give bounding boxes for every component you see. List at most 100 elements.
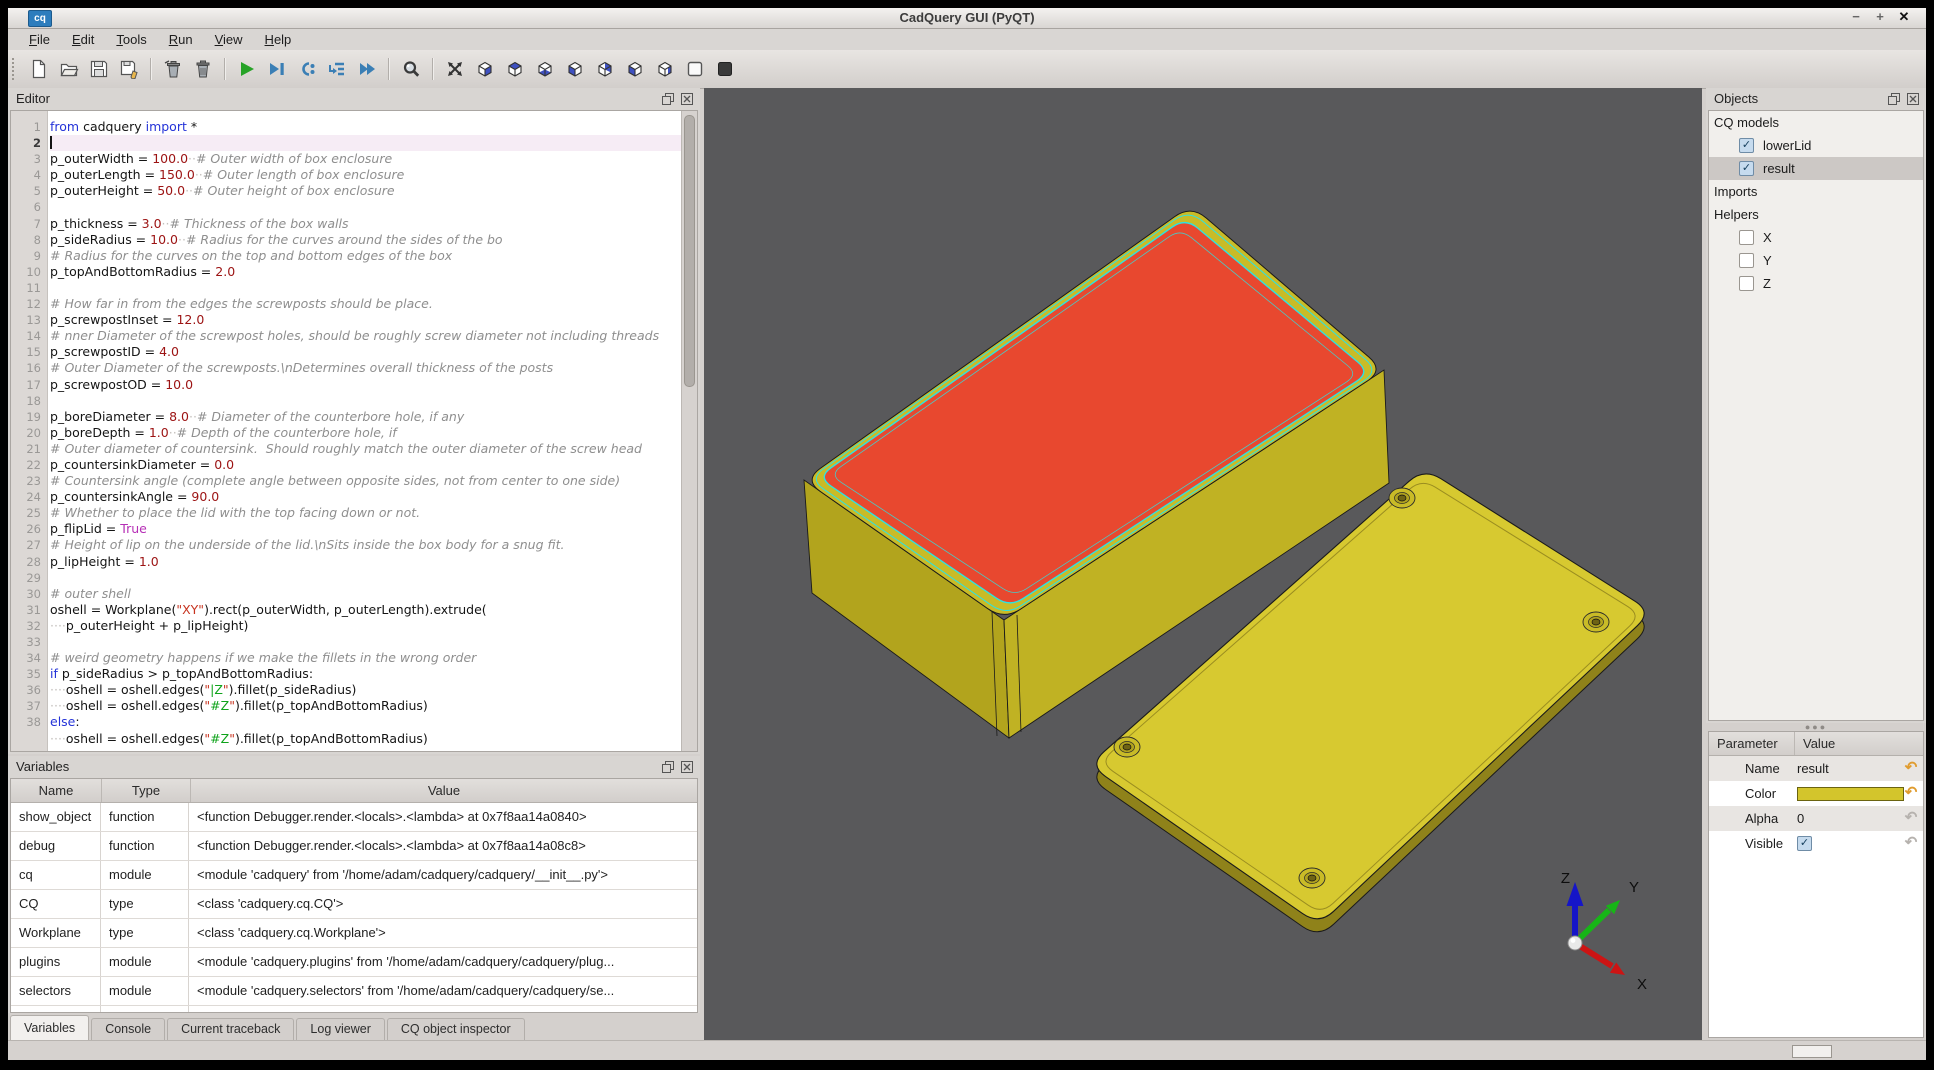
menu-edit[interactable]: Edit xyxy=(61,32,105,47)
float-panel-icon[interactable] xyxy=(661,760,675,774)
parameter-row-alpha[interactable]: Alpha0↶ xyxy=(1709,806,1923,831)
column-header-value[interactable]: Value xyxy=(191,779,697,802)
code-line-11[interactable]: 11 xyxy=(11,280,681,296)
delete-button[interactable] xyxy=(190,56,216,82)
variable-row[interactable]: cqmodule<module 'cadquery' from '/home/a… xyxy=(11,861,697,890)
float-panel-icon[interactable] xyxy=(661,92,675,106)
view-top-button[interactable] xyxy=(502,56,528,82)
parameter-row-name[interactable]: Nameresult↶ xyxy=(1709,756,1923,781)
toolbar-handle[interactable] xyxy=(12,58,20,80)
viewport-3d[interactable]: ZYX xyxy=(704,88,1702,1040)
code-line-10[interactable]: 10p_topAndBottomRadius = 2.0 xyxy=(11,264,681,280)
code-line-3[interactable]: 3p_outerWidth = 100.0··# Outer width of … xyxy=(11,151,681,167)
undo-icon[interactable]: ↶ xyxy=(1902,784,1920,802)
view-left-button[interactable] xyxy=(622,56,648,82)
view-back-button[interactable] xyxy=(592,56,618,82)
view-bottom-button[interactable] xyxy=(532,56,558,82)
tree-item-lowerlid[interactable]: ✓lowerLid xyxy=(1709,134,1923,157)
save-as-button[interactable] xyxy=(116,56,142,82)
checked-checkbox[interactable]: ✓ xyxy=(1797,836,1812,851)
fit-view-button[interactable] xyxy=(442,56,468,82)
panel-splitter[interactable]: ●●● xyxy=(1706,723,1926,731)
step-button[interactable] xyxy=(294,56,320,82)
parameter-row-color[interactable]: Color↶ xyxy=(1709,781,1923,806)
code-line-16[interactable]: 16# Outer Diameter of the screwposts.\nD… xyxy=(11,360,681,376)
column-header-name[interactable]: Name xyxy=(11,779,102,802)
variable-row[interactable]: pluginsmodule<module 'cadquery.plugins' … xyxy=(11,948,697,977)
column-header-type[interactable]: Type xyxy=(102,779,191,802)
menu-run[interactable]: Run xyxy=(158,32,204,47)
tree-group-helpers[interactable]: Helpers xyxy=(1709,203,1923,226)
code-line-38[interactable]: 38else: xyxy=(11,714,681,730)
code-line-7[interactable]: 7p_thickness = 3.0··# Thickness of the b… xyxy=(11,216,681,232)
code-line-27[interactable]: 27# Height of lip on the underside of th… xyxy=(11,537,681,553)
tree-item-result[interactable]: ✓result xyxy=(1709,157,1923,180)
code-line-22[interactable]: 22p_countersinkDiameter = 0.0 xyxy=(11,457,681,473)
step-into-button[interactable] xyxy=(324,56,350,82)
code-line-9[interactable]: 9# Radius for the curves on the top and … xyxy=(11,248,681,264)
wireframe-button[interactable] xyxy=(682,56,708,82)
code-line-24[interactable]: 24p_countersinkAngle = 90.0 xyxy=(11,489,681,505)
code-line-1[interactable]: 1from cadquery import * xyxy=(11,119,681,135)
editor-scrollbar-thumb[interactable] xyxy=(684,115,695,387)
code-line-13[interactable]: 13p_screwpostInset = 12.0 xyxy=(11,312,681,328)
code-line-31[interactable]: 31oshell = Workplane("XY").rect(p_outerW… xyxy=(11,602,681,618)
shaded-button[interactable] xyxy=(712,56,738,82)
variable-row[interactable]: selectorsmodule<module 'cadquery.selecto… xyxy=(11,977,697,1006)
code-line-18[interactable]: 18 xyxy=(11,393,681,409)
code-line-25[interactable]: 25# Whether to place the lid with the to… xyxy=(11,505,681,521)
checked-checkbox[interactable]: ✓ xyxy=(1739,138,1754,153)
code-line-6[interactable]: 6 xyxy=(11,199,681,215)
tab-current-traceback[interactable]: Current traceback xyxy=(167,1018,294,1040)
code-line-28[interactable]: 28p_lipHeight = 1.0 xyxy=(11,554,681,570)
variable-row[interactable]: debugfunction<function Debugger.render.<… xyxy=(11,832,697,861)
tree-group-cq-models[interactable]: CQ models xyxy=(1709,111,1923,134)
tree-item-y[interactable]: Y xyxy=(1709,249,1923,272)
code-line-12[interactable]: 12# How far in from the edges the screwp… xyxy=(11,296,681,312)
unchecked-checkbox[interactable] xyxy=(1739,253,1754,268)
undo-icon[interactable]: ↶ xyxy=(1902,759,1920,777)
code-line-35[interactable]: 35if p_sideRadius > p_topAndBottomRadius… xyxy=(11,666,681,682)
close-button[interactable]: ✕ xyxy=(1896,9,1912,25)
menu-tools[interactable]: Tools xyxy=(105,32,157,47)
code-line-4[interactable]: 4p_outerLength = 150.0··# Outer length o… xyxy=(11,167,681,183)
tree-item-z[interactable]: Z xyxy=(1709,272,1923,295)
view-right-button[interactable] xyxy=(652,56,678,82)
code-line-15[interactable]: 15p_screwpostID = 4.0 xyxy=(11,344,681,360)
unchecked-checkbox[interactable] xyxy=(1739,276,1754,291)
code-line-37[interactable]: 37····oshell = oshell.edges("#Z").fillet… xyxy=(11,698,681,714)
variable-row[interactable]: Planetype<class 'cadquery.occ_impl.geom.… xyxy=(11,1006,697,1013)
close-panel-icon[interactable] xyxy=(680,760,694,774)
tab-console[interactable]: Console xyxy=(91,1018,165,1040)
zoom-button[interactable] xyxy=(398,56,424,82)
menu-file[interactable]: File xyxy=(18,32,61,47)
code-line-23[interactable]: 23# Countersink angle (complete angle be… xyxy=(11,473,681,489)
view-front-button[interactable] xyxy=(562,56,588,82)
debug-button[interactable] xyxy=(264,56,290,82)
code-line-5[interactable]: 5p_outerHeight = 50.0··# Outer height of… xyxy=(11,183,681,199)
parameter-row-visible[interactable]: Visible✓↶ xyxy=(1709,831,1923,856)
editor-scrollbar[interactable] xyxy=(681,111,697,751)
code-line-34[interactable]: 34# weird geometry happens if we make th… xyxy=(11,650,681,666)
new-file-button[interactable] xyxy=(26,56,52,82)
color-swatch[interactable] xyxy=(1797,787,1904,801)
code-line-20[interactable]: 20p_boreDepth = 1.0··# Depth of the coun… xyxy=(11,425,681,441)
code-line-8[interactable]: 8p_sideRadius = 10.0··# Radius for the c… xyxy=(11,232,681,248)
tree-item-x[interactable]: X xyxy=(1709,226,1923,249)
open-file-button[interactable] xyxy=(56,56,82,82)
save-button[interactable] xyxy=(86,56,112,82)
code-line-32[interactable]: 32····p_outerHeight + p_lipHeight) xyxy=(11,618,681,634)
code-line-39[interactable]: ····oshell = oshell.edges("#Z").fillet(p… xyxy=(11,731,681,747)
menu-view[interactable]: View xyxy=(204,32,254,47)
code-line-2[interactable]: 2 xyxy=(11,135,681,151)
close-panel-icon[interactable] xyxy=(1906,92,1920,106)
variable-row[interactable]: Workplanetype<class 'cadquery.cq.Workpla… xyxy=(11,919,697,948)
tab-cq-object-inspector[interactable]: CQ object inspector xyxy=(387,1018,525,1040)
tab-log-viewer[interactable]: Log viewer xyxy=(296,1018,384,1040)
tree-group-imports[interactable]: Imports xyxy=(1709,180,1923,203)
code-line-29[interactable]: 29 xyxy=(11,570,681,586)
variable-row[interactable]: show_objectfunction<function Debugger.re… xyxy=(11,803,697,832)
viewport-canvas[interactable]: ZYX xyxy=(704,88,1702,1040)
tab-variables[interactable]: Variables xyxy=(10,1015,89,1040)
close-panel-icon[interactable] xyxy=(680,92,694,106)
